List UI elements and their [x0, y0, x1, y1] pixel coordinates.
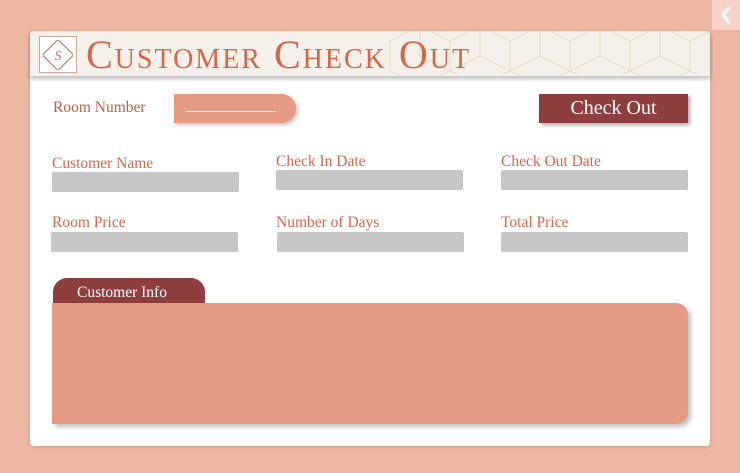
customer-info-tab[interactable]: Customer Info [53, 278, 205, 304]
hotel-logo: S [39, 36, 77, 73]
room-number-input[interactable] [174, 94, 296, 123]
total-price-field[interactable] [501, 232, 688, 252]
chevron-left-icon [721, 6, 731, 24]
room-price-field[interactable] [51, 232, 238, 252]
room-number-underline [186, 111, 276, 112]
hotel-monogram-icon: S [43, 39, 73, 70]
customer-info-panel [52, 303, 688, 424]
check-in-date-field[interactable] [276, 170, 463, 190]
svg-text:S: S [55, 49, 62, 64]
checkout-card: S Customer Check Out Room Number Check O… [30, 31, 710, 446]
back-button[interactable] [712, 0, 740, 30]
check-out-date-label: Check Out Date [501, 153, 601, 170]
check-out-date-field[interactable] [501, 170, 688, 190]
customer-name-label: Customer Name [52, 155, 154, 172]
check-in-date-label: Check In Date [276, 153, 366, 170]
customer-name-field[interactable] [52, 172, 239, 192]
page-title: Customer Check Out [86, 32, 472, 76]
header-banner: S Customer Check Out [30, 31, 710, 76]
room-price-label: Room Price [52, 214, 126, 231]
total-price-label: Total Price [501, 214, 569, 231]
number-of-days-field[interactable] [277, 232, 464, 252]
number-of-days-label: Number of Days [276, 214, 380, 231]
room-number-label: Room Number [53, 99, 146, 116]
check-out-button[interactable]: Check Out [539, 94, 688, 123]
